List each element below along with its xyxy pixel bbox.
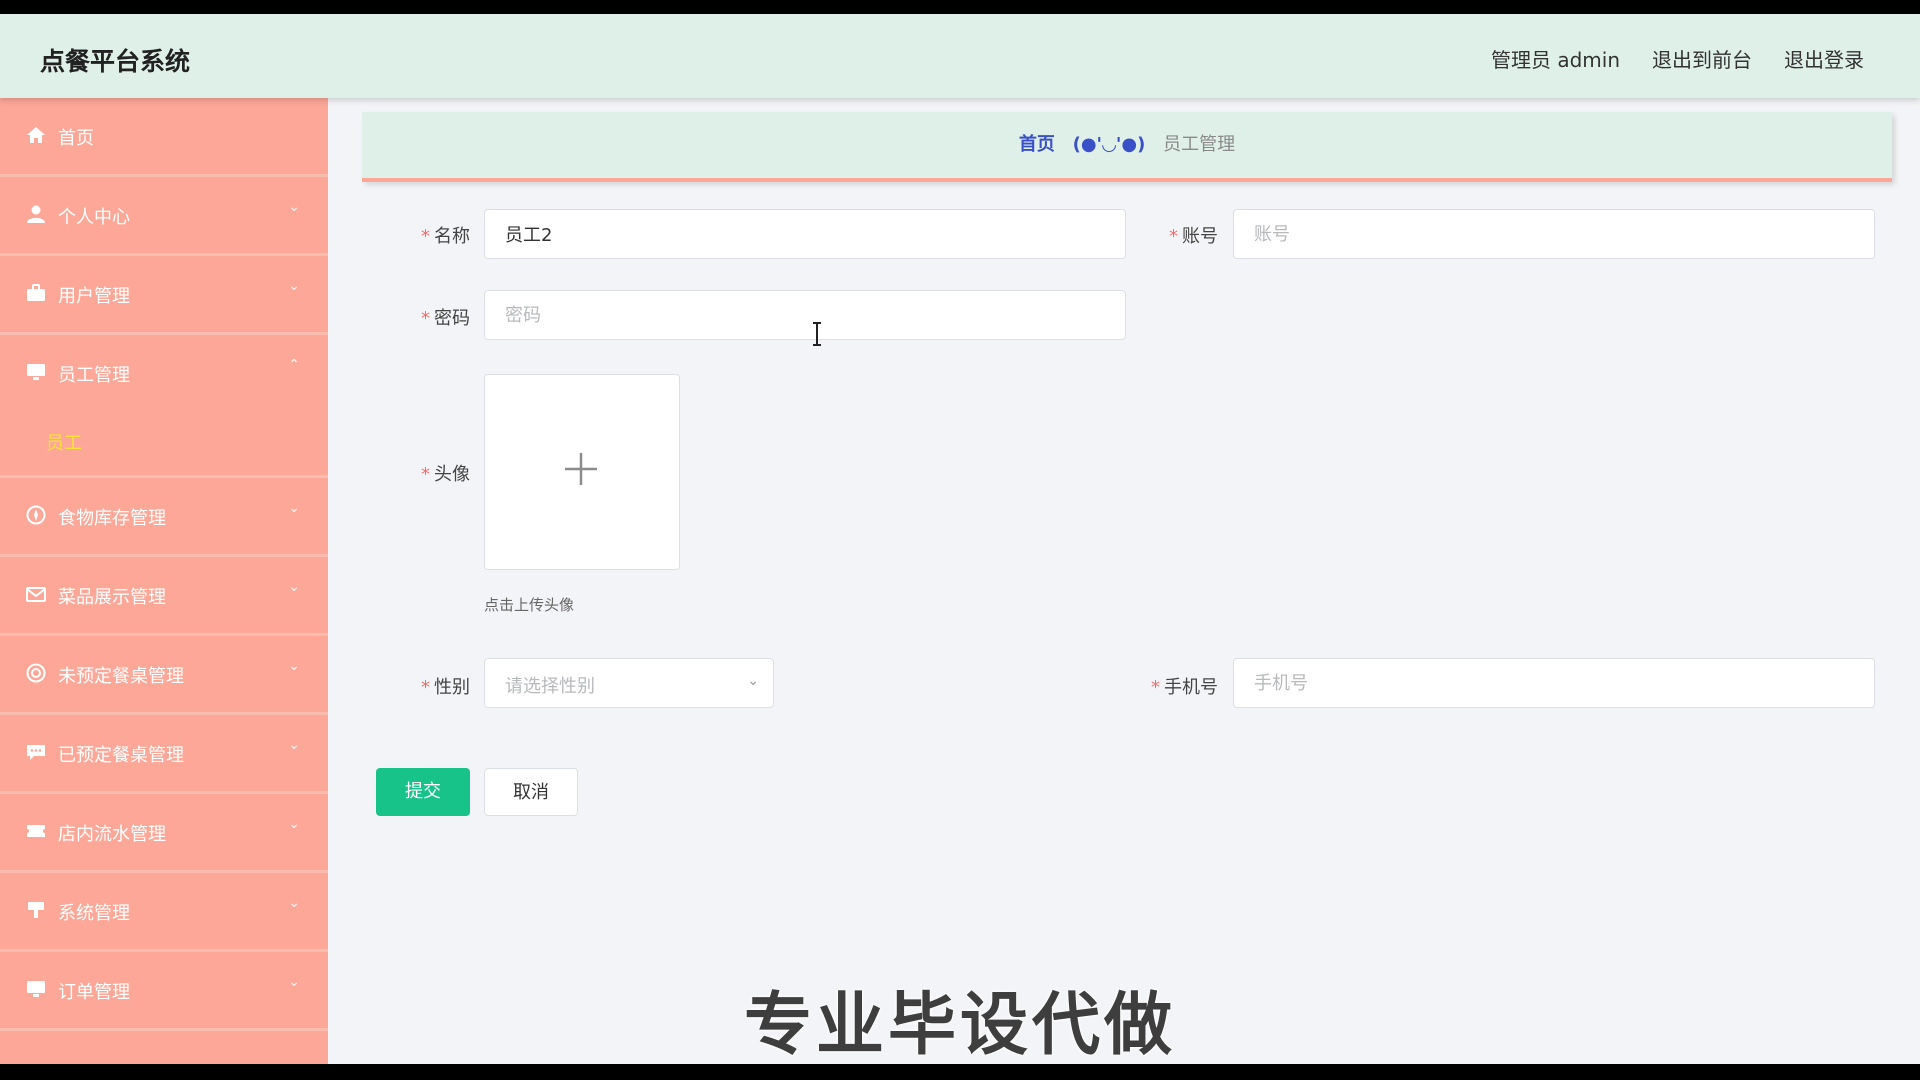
- logout-link[interactable]: 退出登录: [1784, 44, 1864, 73]
- cancel-button[interactable]: 取消: [484, 768, 578, 816]
- name-label: * 名称: [421, 226, 470, 247]
- phone-label: * 手机号: [1151, 677, 1218, 698]
- chevron-down-icon: ⌄: [288, 278, 300, 294]
- chevron-up-icon: ⌃: [288, 357, 300, 373]
- breadcrumb-home[interactable]: 首页: [1019, 134, 1055, 155]
- gender-select-placeholder: 请选择性别: [505, 676, 595, 697]
- sidebar-item-label: 员工管理: [58, 365, 130, 386]
- sidebar-item-label: 系统管理: [58, 903, 130, 924]
- app-title: 点餐平台系统: [40, 47, 191, 76]
- sidebar-subitem-staff[interactable]: 员工: [46, 429, 82, 455]
- sidebar-item-system-management[interactable]: 系统管理 ⌄: [0, 873, 328, 952]
- sidebar-item-label: 已预定餐桌管理: [58, 745, 184, 766]
- submit-button[interactable]: 提交: [376, 768, 470, 816]
- briefcase-icon: [27, 284, 45, 301]
- chevron-down-icon: ⌄: [288, 816, 300, 832]
- gender-select[interactable]: 请选择性别 ⌄: [484, 658, 774, 708]
- gender-label: * 性别: [421, 677, 470, 698]
- chevron-down-icon: ⌄: [288, 199, 300, 215]
- chevron-down-icon: ⌄: [288, 579, 300, 595]
- sidebar-item-personal-center[interactable]: 个人中心 ⌄: [0, 177, 328, 256]
- monitor-icon: [27, 364, 45, 380]
- password-input[interactable]: [484, 290, 1126, 340]
- sidebar-item-reserved-tables[interactable]: 已预定餐桌管理 ⌄: [0, 715, 328, 794]
- breadcrumb: 首页 (●'◡'●) 员工管理: [362, 112, 1892, 182]
- breadcrumb-separator: (●'◡'●): [1072, 134, 1146, 155]
- sidebar-item-food-inventory[interactable]: 食物库存管理 ⌄: [0, 478, 328, 557]
- sidebar-item-store-flow[interactable]: 店内流水管理 ⌄: [0, 794, 328, 873]
- sidebar-item-unreserved-tables[interactable]: 未预定餐桌管理 ⌄: [0, 636, 328, 715]
- avatar-label: * 头像: [421, 464, 470, 485]
- account-label: * 账号: [1169, 226, 1218, 247]
- chevron-down-icon: ⌄: [747, 673, 759, 689]
- plus-icon: [565, 453, 597, 485]
- sidebar-item-home[interactable]: 首页: [0, 98, 328, 177]
- name-input[interactable]: [484, 209, 1126, 259]
- chat-icon: [27, 745, 45, 760]
- text-cursor-icon: [813, 322, 821, 346]
- account-input[interactable]: [1233, 209, 1875, 259]
- phone-input[interactable]: [1233, 658, 1875, 708]
- avatar-uploader[interactable]: [484, 374, 680, 570]
- sidebar: 首页 个人中心 ⌄ 用户管理 ⌄ 员工管理 ⌃ 员工 食物库存管理 ⌄ 菜品展示…: [0, 98, 328, 1064]
- target-icon: [26, 663, 46, 683]
- sidebar-item-label: 个人中心: [58, 207, 130, 228]
- submenu-staff: 员工: [0, 411, 328, 478]
- podium-icon: [28, 902, 44, 918]
- app-frame: 点餐平台系统 管理员 admin 退出到前台 退出登录 首页 个人中心 ⌄ 用户…: [0, 14, 1920, 1064]
- sidebar-item-user-management[interactable]: 用户管理 ⌄: [0, 256, 328, 335]
- password-label: * 密码: [421, 308, 470, 329]
- admin-user-label[interactable]: 管理员 admin: [1491, 44, 1620, 73]
- watermark-caption: 专业毕设代做: [743, 986, 1176, 1064]
- compass-icon: [26, 505, 46, 525]
- ticket-icon: [27, 825, 45, 837]
- back-to-front-link[interactable]: 退出到前台: [1652, 44, 1752, 73]
- chevron-down-icon: ⌄: [288, 658, 300, 674]
- mail-icon: [26, 587, 46, 602]
- upload-hint: 点击上传头像: [484, 596, 575, 614]
- sidebar-item-label: 店内流水管理: [58, 824, 166, 845]
- sidebar-item-label: 用户管理: [58, 286, 130, 307]
- sidebar-item-label: 首页: [58, 128, 94, 149]
- sidebar-item-label: 未预定餐桌管理: [58, 666, 184, 687]
- sidebar-item-label: 食物库存管理: [58, 508, 166, 529]
- top-navbar: 点餐平台系统 管理员 admin 退出到前台 退出登录: [0, 14, 1920, 98]
- user-icon: [27, 205, 45, 223]
- sidebar-item-dish-display[interactable]: 菜品展示管理 ⌄: [0, 557, 328, 636]
- chevron-down-icon: ⌄: [288, 895, 300, 911]
- chevron-down-icon: ⌄: [288, 500, 300, 516]
- breadcrumb-current: 员工管理: [1163, 134, 1236, 155]
- home-icon: [27, 127, 45, 143]
- top-links: 管理员 admin 退出到前台 退出登录: [1491, 44, 1864, 73]
- sidebar-item-label: 菜品展示管理: [58, 587, 166, 608]
- sidebar-item-staff-management[interactable]: 员工管理 ⌃: [0, 335, 328, 411]
- chevron-down-icon: ⌄: [288, 737, 300, 753]
